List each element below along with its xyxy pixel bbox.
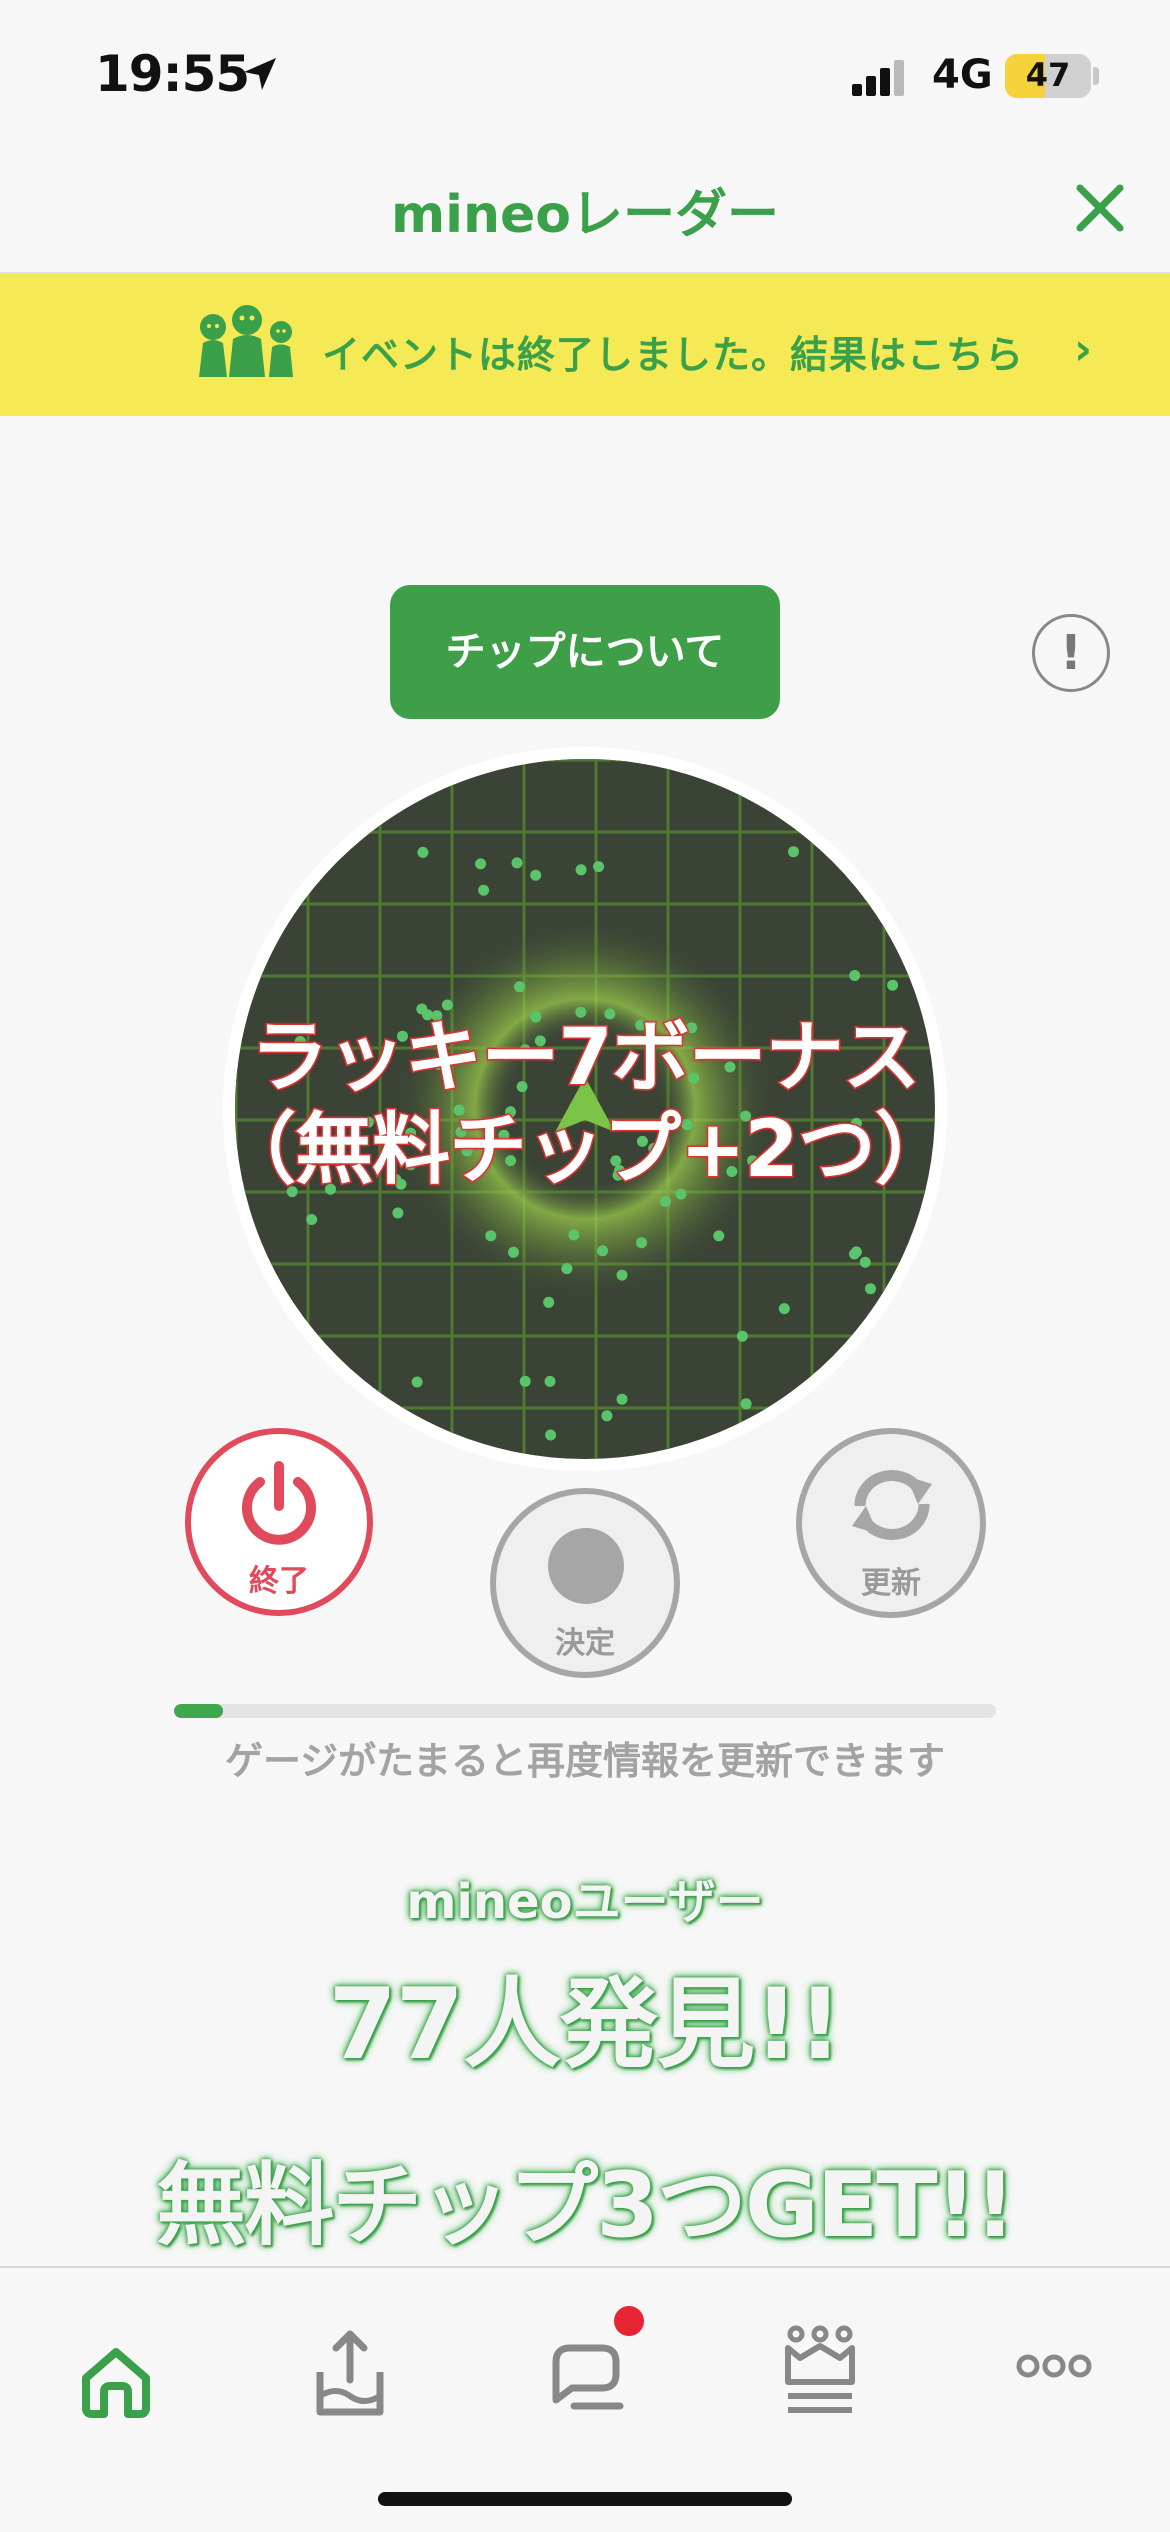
radar-user-dot — [865, 1283, 876, 1295]
radar-user-dot — [788, 846, 799, 858]
crown-icon[interactable] — [760, 2300, 880, 2430]
refresh-gauge — [174, 1704, 996, 1718]
status-time: 19:55 — [95, 45, 250, 103]
radar-user-dot — [508, 1246, 519, 1258]
record-icon — [548, 1528, 624, 1604]
radar-user-dot — [441, 999, 453, 1011]
network-type: 4G — [932, 52, 993, 98]
radar-user-dot — [736, 1330, 748, 1342]
radar-user-dot — [636, 1237, 647, 1249]
location-arrow-icon — [244, 58, 276, 90]
page-title: mineoレーダー — [390, 185, 780, 245]
radar-user-dot — [519, 1375, 531, 1387]
radar-user-dot — [511, 857, 523, 869]
home-icon[interactable] — [56, 2300, 176, 2430]
radar-user-dot — [478, 884, 490, 896]
radar-user-dot — [601, 1410, 613, 1422]
radar-user-dot — [713, 1230, 725, 1242]
info-icon[interactable]: ! — [1032, 614, 1110, 692]
home-indicator — [378, 2492, 792, 2506]
radar-user-dot — [859, 1256, 871, 1268]
chips-earned: 無料チップ3つGET!! — [156, 2153, 1015, 2258]
refresh-icon — [852, 1470, 932, 1540]
radar-user-dot — [306, 1214, 318, 1225]
gauge-caption: ゲージがたまると再度情報を更新できます — [224, 1739, 946, 1783]
radar-user-dot — [616, 1393, 628, 1405]
radar-user-dot — [575, 864, 587, 876]
refresh-label: 更新 — [861, 1566, 921, 1601]
radar-user-dot — [778, 1303, 790, 1315]
radar-user-dot — [593, 861, 605, 873]
battery-level: 47 — [1025, 56, 1071, 94]
signal-icon — [852, 60, 904, 96]
bonus-overlay: ラッキー7ボーナス （無料チップ+2つ） — [200, 1012, 970, 1197]
radar-user-dot — [849, 970, 861, 981]
radar-user-dot — [514, 981, 526, 993]
about-chips-button[interactable]: チップについて — [390, 585, 780, 719]
radar-user-dot — [597, 1245, 609, 1257]
radar-user-dot — [545, 1429, 557, 1441]
radar-user-dot — [411, 1376, 423, 1388]
radar-user-dot — [660, 1196, 671, 1207]
radar-user-dot — [568, 1229, 580, 1241]
banner-text: イベントは終了しました。結果はこちら — [322, 333, 1025, 377]
radar-user-dot — [850, 1246, 862, 1258]
upload-tray-icon[interactable] — [290, 2300, 410, 2430]
refresh-button[interactable]: 更新 — [796, 1428, 986, 1618]
bonus-title: ラッキー7ボーナス — [249, 1012, 922, 1105]
end-label: 終了 — [249, 1564, 309, 1599]
found-count: 77人発見!! — [328, 1968, 843, 2082]
radar-user-dot — [544, 1375, 556, 1387]
close-icon[interactable] — [1070, 178, 1130, 238]
radar-user-dot — [561, 1263, 573, 1275]
end-button[interactable]: 終了 — [185, 1428, 373, 1616]
decide-label: 決定 — [555, 1626, 615, 1661]
radar-user-dot — [887, 979, 899, 991]
radar-user-dot — [543, 1296, 555, 1308]
chevron-right-icon: › — [1074, 324, 1093, 375]
notification-badge — [614, 2306, 644, 2336]
battery-icon: 47 — [1005, 54, 1091, 98]
battery-tip — [1093, 67, 1099, 85]
decide-button[interactable]: 決定 — [490, 1488, 680, 1678]
radar-user-dot — [475, 858, 487, 870]
users-label: mineoユーザー — [406, 1874, 764, 1930]
radar-user-dot — [392, 1207, 404, 1219]
radar-user-dot — [616, 1269, 628, 1281]
radar-user-dot — [417, 846, 429, 858]
mascot-icon — [199, 305, 293, 377]
radar-user-dot — [485, 1230, 497, 1242]
radar-user-dot — [740, 1398, 752, 1410]
bonus-detail: （無料チップ+2つ） — [217, 1104, 955, 1197]
power-icon — [242, 1461, 316, 1545]
radar-user-dot — [530, 869, 542, 881]
gauge-fill — [174, 1704, 224, 1718]
more-icon[interactable] — [994, 2300, 1114, 2430]
